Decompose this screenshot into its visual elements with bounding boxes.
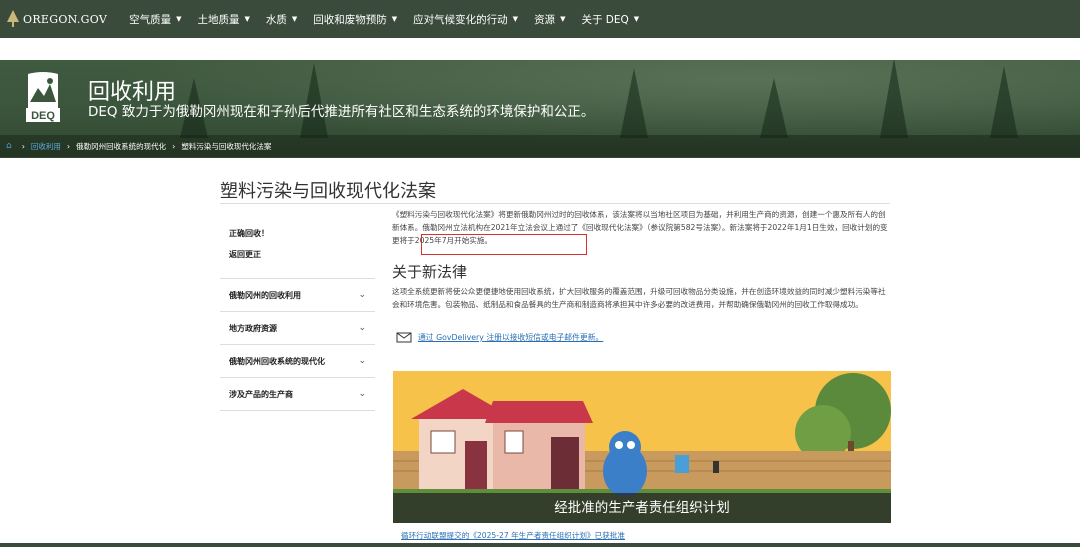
menu-label: 回收和废物预防 xyxy=(313,13,387,26)
banner-caption: 经批准的生产者责任组织计划 xyxy=(393,493,891,523)
caret-down-icon: ▼ xyxy=(633,15,640,23)
chevron-down-icon: ⌄ xyxy=(358,323,366,333)
footer-bar xyxy=(0,543,1080,547)
sidebar-item-label: 地方政府资源 xyxy=(229,323,277,333)
deq-logo[interactable]: DEQ xyxy=(24,72,62,122)
chevron-down-icon: ⌄ xyxy=(358,389,366,399)
menu-label: 土地质量 xyxy=(197,13,240,26)
breadcrumb-separator-icon: › xyxy=(66,141,71,151)
sidebar-item-label: 涉及产品的生产商 xyxy=(229,389,293,399)
subscribe-row: 通过 GovDelivery 注册以接收短信或电子邮件更新。 xyxy=(396,332,603,343)
sidebar-link-return[interactable]: 返回更正 xyxy=(229,249,375,260)
caret-down-icon: ▼ xyxy=(391,15,398,23)
top-navigation: OREGON.GOV 空气质量 ▼ 土地质量 ▼ 水质 ▼ 回收和废物预防 ▼ 应对气候… xyxy=(0,0,1080,38)
menu-label: 应对气候变化的行动 xyxy=(413,13,508,26)
section-paragraph: 这项全系统更新将使公众更便捷地使用回收系统，扩大回收服务的覆盖范围，升级可回收物… xyxy=(392,287,886,309)
caret-down-icon: ▼ xyxy=(560,15,566,23)
sidebar-top-links: 正确回收！ 返回更正 xyxy=(220,220,375,279)
approved-plan-link[interactable]: 循环行动联盟提交的《2025-27 年生产者责任组织计划》已获批准 xyxy=(401,530,625,541)
menu-climate-action[interactable]: 应对气候变化的行动 ▼ xyxy=(405,0,526,38)
breadcrumb-modernization[interactable]: 俄勒冈州回收系统的现代化 xyxy=(76,141,166,152)
oregon-gov-logo[interactable]: OREGON.GOV xyxy=(0,0,107,38)
producer-plan-banner[interactable]: 经批准的生产者责任组织计划 xyxy=(393,371,891,523)
menu-label: 资源 xyxy=(534,13,556,26)
breadcrumb-recycling[interactable]: 回收利用 xyxy=(31,141,61,152)
menu-air-quality[interactable]: 空气质量 ▼ xyxy=(121,0,189,38)
caret-down-icon: ▼ xyxy=(176,15,182,23)
home-icon[interactable]: ⌂ xyxy=(6,141,12,151)
tree-icon xyxy=(7,10,19,27)
envelope-icon xyxy=(396,332,412,343)
sidebar-item-label: 俄勒冈州的回收利用 xyxy=(229,290,301,300)
menu-resources[interactable]: 资源 ▼ xyxy=(526,0,573,38)
breadcrumb-separator-icon: › xyxy=(21,141,25,151)
menu-recycling[interactable]: 回收和废物预防 ▼ xyxy=(305,0,405,38)
sidebar-link-recycle-right[interactable]: 正确回收！ xyxy=(229,228,375,239)
logo-text: OREGON.GOV xyxy=(23,12,108,26)
subscribe-link[interactable]: 通过 GovDelivery 注册以接收短信或电子邮件更新。 xyxy=(418,332,603,343)
caret-down-icon: ▼ xyxy=(512,15,519,23)
breadcrumb-current: 塑料污染与回收现代化法案 xyxy=(181,141,272,151)
sidebar-item-oregon-recycling[interactable]: 俄勒冈州的回收利用 ⌄ xyxy=(220,279,375,312)
sidebar-item-producers[interactable]: 涉及产品的生产商 ⌄ xyxy=(220,378,375,411)
section-heading: 关于新法律 xyxy=(392,263,468,281)
menu-label: 空气质量 xyxy=(129,13,172,26)
chevron-down-icon: ⌄ xyxy=(358,290,366,300)
caret-down-icon: ▼ xyxy=(291,15,298,23)
deq-logo-text: DEQ xyxy=(31,110,55,122)
breadcrumb: ⌂ › 回收利用 › 俄勒冈州回收系统的现代化 › 塑料污染与回收现代化法案 xyxy=(0,135,1080,157)
hero-subtitle: DEQ 致力于为俄勒冈州现在和子孙后代推进所有社区和生态系统的环境保护和公正。 xyxy=(88,104,595,120)
menu-about-deq[interactable]: 关于 DEQ ▼ xyxy=(573,0,647,38)
highlight-box xyxy=(421,234,587,255)
menu-label: 关于 DEQ xyxy=(581,13,629,26)
menu-water-quality[interactable]: 水质 ▼ xyxy=(258,0,305,38)
sidebar-item-local-government[interactable]: 地方政府资源 ⌄ xyxy=(220,312,375,345)
sidebar: 正确回收！ 返回更正 俄勒冈州的回收利用 ⌄ 地方政府资源 ⌄ 俄勒冈州回收系统… xyxy=(220,220,375,411)
sidebar-item-label: 俄勒冈州回收系统的现代化 xyxy=(229,356,325,366)
menu-label: 水质 xyxy=(265,13,287,26)
main-content: 《塑料污染与回收现代化法案》将更新俄勒冈州过时的回收体系，该法案将以当地社区项目… xyxy=(392,208,890,343)
main-menu: 空气质量 ▼ 土地质量 ▼ 水质 ▼ 回收和废物预防 ▼ 应对气候变化的行动 ▼ 资源 ▼ … xyxy=(121,0,647,38)
sidebar-item-modernization[interactable]: 俄勒冈州回收系统的现代化 ⌄ xyxy=(220,345,375,378)
chevron-down-icon: ⌄ xyxy=(358,356,366,366)
page-title: 塑料污染与回收现代化法案 xyxy=(220,181,436,202)
menu-land-quality[interactable]: 土地质量 ▼ xyxy=(190,0,258,38)
divider xyxy=(220,203,890,204)
breadcrumb-separator-icon: › xyxy=(172,141,176,151)
caret-down-icon: ▼ xyxy=(244,15,250,23)
